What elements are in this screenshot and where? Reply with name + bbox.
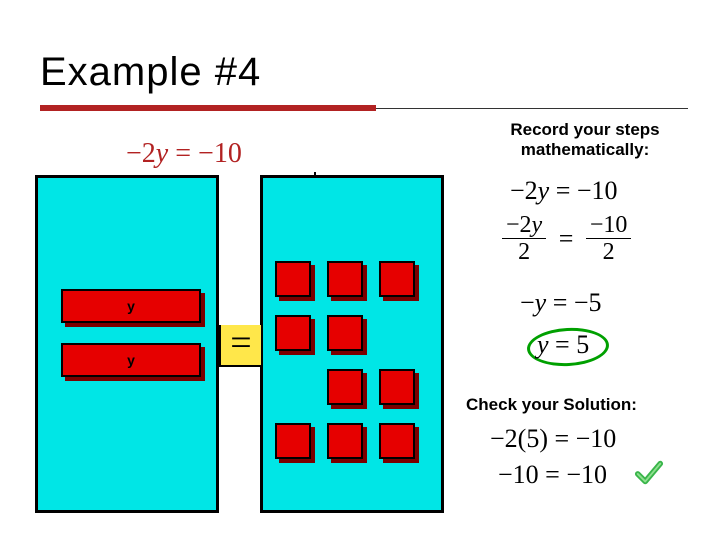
y-tile: y bbox=[61, 343, 201, 377]
check-icon bbox=[634, 458, 664, 488]
unit-tile bbox=[379, 423, 415, 459]
unit-tile bbox=[379, 369, 415, 405]
step-2: −2y2 = −102 bbox=[502, 212, 631, 265]
step-4-answer: y = 5 bbox=[537, 330, 589, 360]
slide-title: Example #4 bbox=[40, 50, 261, 95]
record-steps-label: Record your steps mathematically: bbox=[475, 120, 695, 159]
title-underline-thin bbox=[376, 108, 688, 109]
unit-tile bbox=[379, 261, 415, 297]
unit-tile bbox=[327, 369, 363, 405]
unit-tile bbox=[275, 261, 311, 297]
step-3: −y = −5 bbox=[520, 288, 602, 318]
unit-tile bbox=[327, 315, 363, 351]
slide: Example #4 −2y = −10 Record your steps m… bbox=[0, 0, 720, 540]
unit-tile bbox=[327, 423, 363, 459]
equals-tile: = bbox=[219, 325, 261, 367]
check-solution-label: Check your Solution: bbox=[466, 395, 696, 415]
unit-tile bbox=[275, 423, 311, 459]
unit-tile bbox=[275, 315, 311, 351]
title-underline bbox=[40, 105, 376, 111]
model-equation: −2y = −10 bbox=[126, 138, 242, 170]
y-tile: y bbox=[61, 289, 201, 323]
step-1: −2y = −10 bbox=[510, 176, 618, 206]
tile-model: = y y bbox=[35, 175, 441, 511]
check-line-1: −2(5) = −10 bbox=[490, 424, 616, 454]
unit-tile bbox=[327, 261, 363, 297]
check-line-2: −10 = −10 bbox=[498, 460, 607, 490]
